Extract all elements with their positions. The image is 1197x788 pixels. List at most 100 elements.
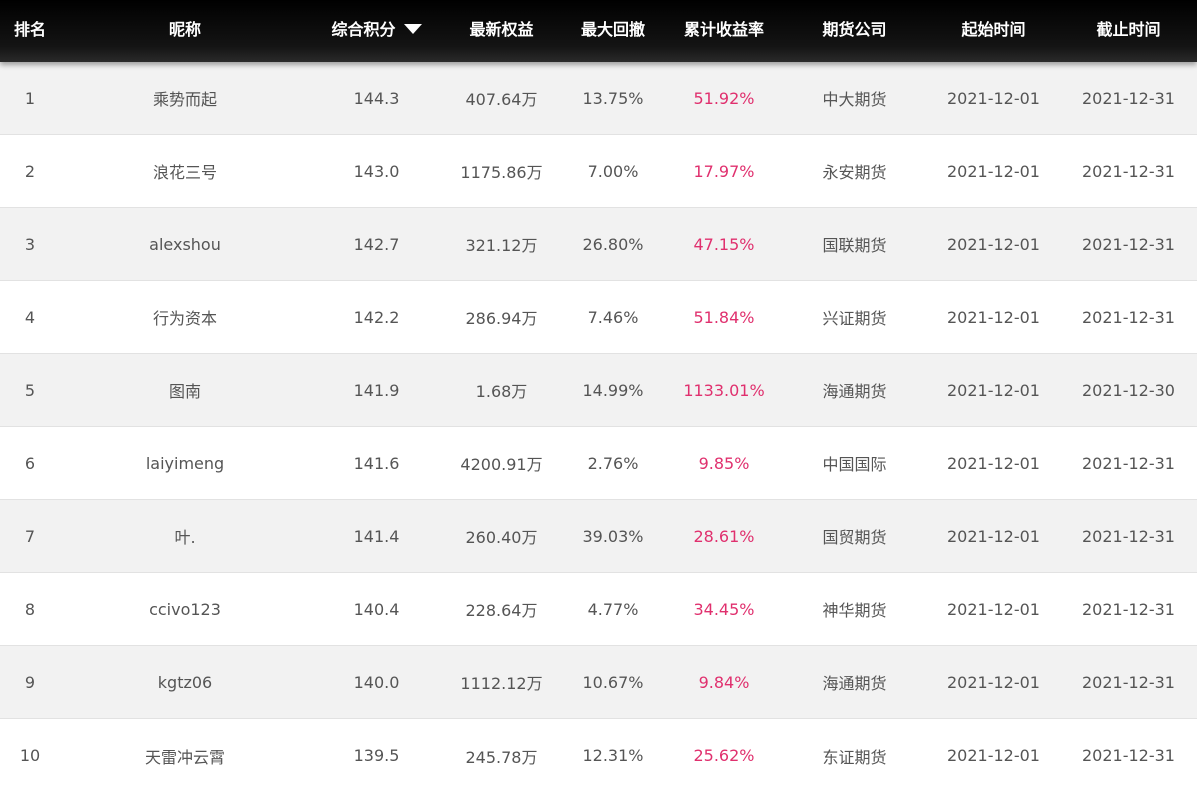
score-cell: 143.0 bbox=[353, 161, 400, 181]
rank-cell: 10 bbox=[19, 746, 41, 765]
rank-cell: 5 bbox=[24, 380, 36, 400]
table-row[interactable]: 6 laiyimeng 141.6 4200.91万 2.76% 9.85% 中… bbox=[0, 427, 1197, 500]
start-date-cell: 2021-12-01 bbox=[947, 307, 1040, 327]
drawdown-cell: 7.46% bbox=[587, 307, 639, 327]
company-cell: 兴证期货 bbox=[822, 309, 887, 328]
drawdown-cell: 14.99% bbox=[582, 380, 644, 400]
nickname-cell: 行为资本 bbox=[152, 309, 217, 328]
table-row[interactable]: 4 行为资本 142.2 286.94万 7.46% 51.84% 兴证期货 2… bbox=[0, 281, 1197, 354]
end-date-cell: 2021-12-31 bbox=[1082, 307, 1175, 327]
return-cell: 28.61% bbox=[693, 526, 755, 546]
score-cell: 141.9 bbox=[353, 380, 400, 400]
table-row[interactable]: 2 浪花三号 143.0 1175.86万 7.00% 17.97% 永安期货 … bbox=[0, 135, 1197, 208]
start-date-cell: 2021-12-01 bbox=[947, 380, 1040, 400]
header-return: 累计收益率 bbox=[683, 20, 764, 39]
ranking-table: 排名 昵称 综合积分 最新权益 最大回撤 累计收益率 期货公司 起始时间 截止时… bbox=[0, 0, 1197, 788]
return-cell: 51.92% bbox=[693, 88, 755, 108]
company-cell: 永安期货 bbox=[822, 163, 887, 182]
score-cell: 140.0 bbox=[353, 672, 400, 692]
table-row[interactable]: 5 图南 141.9 1.68万 14.99% 1133.01% 海通期货 20… bbox=[0, 354, 1197, 427]
header-end-date: 截止时间 bbox=[1096, 20, 1161, 39]
equity-cell: 321.12万 bbox=[465, 236, 538, 255]
company-cell: 海通期货 bbox=[822, 382, 887, 401]
table-row[interactable]: 3 alexshou 142.7 321.12万 26.80% 47.15% 国… bbox=[0, 208, 1197, 281]
start-date-cell: 2021-12-01 bbox=[947, 672, 1040, 692]
nickname-cell: 天雷冲云霄 bbox=[144, 747, 225, 767]
start-date-cell: 2021-12-01 bbox=[947, 88, 1040, 108]
equity-cell: 1112.12万 bbox=[460, 674, 543, 693]
nickname-cell: alexshou bbox=[149, 234, 221, 254]
rank-cell: 6 bbox=[24, 453, 36, 473]
nickname-cell: 叶. bbox=[174, 528, 196, 547]
table-row[interactable]: 1 乘势而起 144.3 407.64万 13.75% 51.92% 中大期货 … bbox=[0, 62, 1197, 135]
score-cell: 141.4 bbox=[353, 526, 400, 546]
end-date-cell: 2021-12-31 bbox=[1082, 88, 1175, 108]
start-date-cell: 2021-12-01 bbox=[947, 234, 1040, 254]
end-date-cell: 2021-12-31 bbox=[1082, 161, 1175, 181]
end-date-cell: 2021-12-31 bbox=[1082, 453, 1175, 473]
header-score-label: 综合积分 bbox=[331, 20, 396, 39]
score-cell: 142.2 bbox=[353, 307, 400, 327]
table-row[interactable]: 10 天雷冲云霄 139.5 245.78万 12.31% 25.62% 东证期… bbox=[0, 719, 1197, 788]
equity-cell: 4200.91万 bbox=[460, 455, 543, 474]
drawdown-cell: 39.03% bbox=[582, 526, 644, 546]
equity-cell: 260.40万 bbox=[465, 528, 538, 547]
equity-cell: 407.64万 bbox=[465, 90, 538, 109]
rank-cell: 1 bbox=[24, 88, 36, 108]
nickname-cell: kgtz06 bbox=[157, 672, 213, 692]
return-cell: 17.97% bbox=[693, 161, 755, 181]
end-date-cell: 2021-12-31 bbox=[1082, 526, 1175, 546]
nickname-cell: 图南 bbox=[168, 382, 201, 401]
return-cell: 25.62% bbox=[693, 746, 755, 765]
header-rank: 排名 bbox=[13, 20, 46, 39]
start-date-cell: 2021-12-01 bbox=[947, 746, 1040, 765]
end-date-cell: 2021-12-30 bbox=[1082, 380, 1175, 400]
drawdown-cell: 10.67% bbox=[582, 672, 644, 692]
start-date-cell: 2021-12-01 bbox=[947, 161, 1040, 181]
table-row[interactable]: 7 叶. 141.4 260.40万 39.03% 28.61% 国贸期货 20… bbox=[0, 500, 1197, 573]
header-company: 期货公司 bbox=[822, 20, 887, 39]
company-cell: 中国国际 bbox=[822, 455, 887, 474]
start-date-cell: 2021-12-01 bbox=[947, 453, 1040, 473]
rank-cell: 4 bbox=[24, 307, 36, 327]
table-row[interactable]: 8 ccivo123 140.4 228.64万 4.77% 34.45% 神华… bbox=[0, 573, 1197, 646]
score-cell: 144.3 bbox=[353, 88, 400, 108]
triangle-down-icon bbox=[403, 24, 422, 34]
start-date-cell: 2021-12-01 bbox=[947, 526, 1040, 546]
drawdown-cell: 4.77% bbox=[587, 599, 639, 619]
company-cell: 中大期货 bbox=[822, 90, 887, 109]
company-cell: 国联期货 bbox=[822, 236, 887, 255]
return-cell: 51.84% bbox=[693, 307, 755, 327]
rank-cell: 7 bbox=[24, 526, 36, 546]
rank-cell: 8 bbox=[24, 599, 36, 619]
header-score-sort[interactable]: 综合积分 bbox=[310, 0, 443, 60]
rank-cell: 3 bbox=[24, 234, 36, 254]
score-cell: 139.5 bbox=[353, 746, 400, 765]
return-cell: 1133.01% bbox=[683, 380, 765, 400]
company-cell: 海通期货 bbox=[822, 674, 887, 693]
equity-cell: 1175.86万 bbox=[460, 163, 543, 182]
drawdown-cell: 13.75% bbox=[582, 88, 644, 108]
header-equity: 最新权益 bbox=[469, 20, 534, 39]
return-cell: 47.15% bbox=[693, 234, 755, 254]
drawdown-cell: 7.00% bbox=[587, 161, 639, 181]
score-cell: 142.7 bbox=[353, 234, 400, 254]
table-row[interactable]: 9 kgtz06 140.0 1112.12万 10.67% 9.84% 海通期… bbox=[0, 646, 1197, 719]
end-date-cell: 2021-12-31 bbox=[1082, 746, 1175, 765]
drawdown-cell: 12.31% bbox=[582, 746, 644, 765]
company-cell: 国贸期货 bbox=[822, 528, 887, 547]
return-cell: 34.45% bbox=[693, 599, 755, 619]
equity-cell: 286.94万 bbox=[465, 309, 538, 328]
drawdown-cell: 26.80% bbox=[582, 234, 644, 254]
header-drawdown: 最大回撤 bbox=[580, 20, 645, 39]
score-cell: 141.6 bbox=[353, 453, 400, 473]
equity-cell: 228.64万 bbox=[465, 601, 538, 620]
header-start-date: 起始时间 bbox=[961, 20, 1026, 39]
start-date-cell: 2021-12-01 bbox=[947, 599, 1040, 619]
score-cell: 140.4 bbox=[353, 599, 400, 619]
end-date-cell: 2021-12-31 bbox=[1082, 234, 1175, 254]
equity-cell: 1.68万 bbox=[475, 382, 528, 401]
table-header: 排名 昵称 综合积分 最新权益 最大回撤 累计收益率 期货公司 起始时间 截止时… bbox=[0, 0, 1197, 62]
return-cell: 9.84% bbox=[698, 672, 750, 692]
nickname-cell: laiyimeng bbox=[145, 453, 225, 473]
